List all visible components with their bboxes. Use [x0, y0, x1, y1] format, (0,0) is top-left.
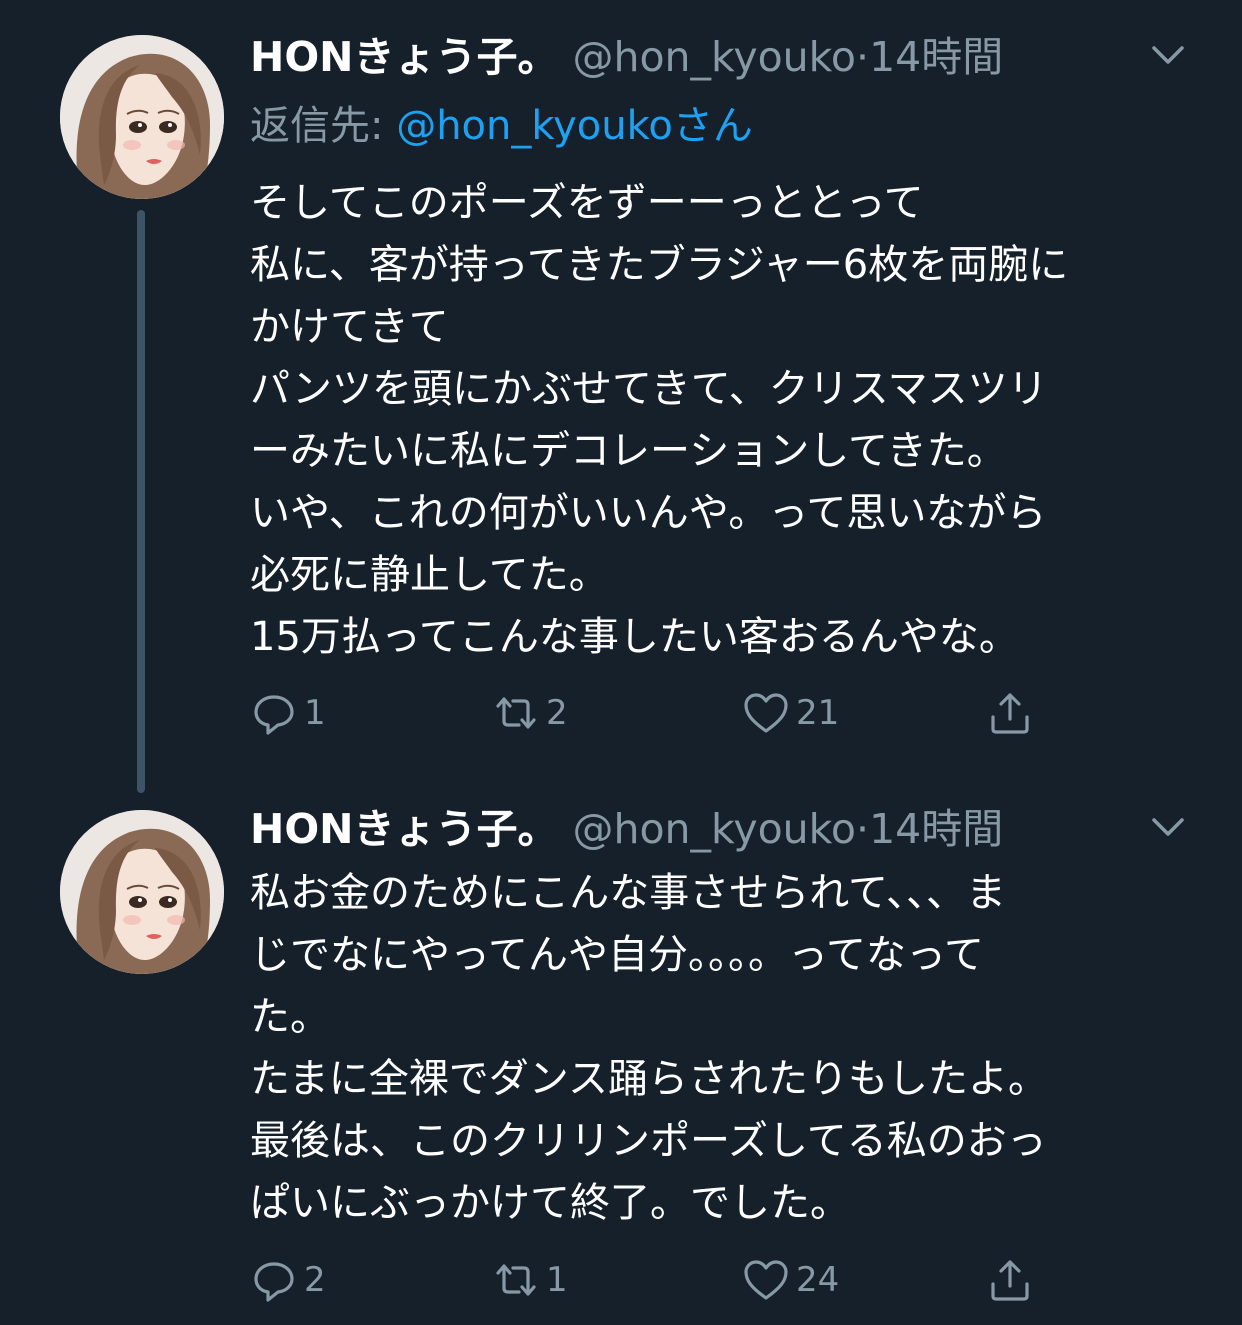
share-button[interactable]: [986, 685, 1034, 741]
avatar[interactable]: [60, 35, 224, 199]
tweet-text-line: じでなにやってんや自分。。。。ってなって: [250, 932, 984, 978]
display-name[interactable]: HONきょう子。: [250, 33, 558, 81]
tweet[interactable]: HONきょう子。 @hon_kyouko·14時間 返信先: @hon_kyouk…: [0, 0, 1242, 800]
reply-icon: [254, 695, 294, 735]
retweet-icon: [496, 697, 536, 729]
timestamp[interactable]: 14時間: [869, 33, 1003, 81]
tweet-text-line: 私お金のためにこんな事させられて、、、ま: [250, 870, 1006, 916]
share-button[interactable]: [986, 1252, 1034, 1308]
tweet-text-line: 必死に静止してた。: [250, 552, 609, 598]
tweet-header: HONきょう子。 @hon_kyouko·14時間: [250, 804, 1003, 854]
like-count: 24: [796, 1260, 840, 1300]
reply-count: 2: [304, 1260, 326, 1300]
retweet-count: 1: [546, 1260, 568, 1300]
tweet-text-line: パンツを頭にかぶせてきて、クリスマスツリ: [250, 366, 1048, 412]
retweet-button[interactable]: 1: [492, 1252, 568, 1308]
tweet-actions: 2 1 24: [250, 1252, 1050, 1308]
reply-to-link[interactable]: @hon_kyoukoさん: [396, 103, 753, 149]
handle[interactable]: @hon_kyouko: [572, 805, 856, 853]
thread-connector-line: [137, 210, 145, 793]
chevron-down-icon[interactable]: [1150, 815, 1186, 839]
like-button[interactable]: 24: [742, 1252, 839, 1308]
reply-button[interactable]: 2: [250, 1252, 326, 1308]
tweet-body: 私お金のためにこんな事させられて、、、ま じでなにやってんや自分。。。。ってなっ…: [250, 862, 1210, 1234]
retweet-icon: [496, 1264, 536, 1296]
reply-to-line: 返信先: @hon_kyoukoさん: [250, 100, 753, 152]
separator-dot: ·: [856, 33, 870, 81]
tweet-text-line: 最後は、このクリリンポーズしてる私のおっ: [250, 1118, 1047, 1164]
like-icon: [744, 1260, 788, 1300]
like-count: 21: [796, 693, 840, 733]
tweet-text-line: 15万払ってこんな事したい客おるんやな。: [250, 614, 1019, 660]
tweet-text-line: かけてきて: [250, 304, 449, 350]
tweet-text-line: 私に、客が持ってきたブラジャー6枚を両腕に: [250, 242, 1069, 288]
tweet-text-line: た。: [250, 994, 330, 1040]
share-icon: [991, 1260, 1029, 1301]
reply-count: 1: [304, 693, 326, 733]
retweet-count: 2: [546, 693, 568, 733]
retweet-button[interactable]: 2: [492, 685, 568, 741]
reply-button[interactable]: 1: [250, 685, 326, 741]
display-name[interactable]: HONきょう子。: [250, 805, 558, 853]
like-button[interactable]: 21: [742, 685, 839, 741]
share-icon: [991, 693, 1029, 734]
reply-prefix: 返信先:: [250, 103, 397, 149]
chevron-down-icon[interactable]: [1150, 43, 1186, 67]
tweet-body: そしてこのポーズをずーーっととって 私に、客が持ってきたブラジャー6枚を両腕に …: [250, 172, 1210, 668]
avatar[interactable]: [60, 810, 224, 974]
tweet[interactable]: HONきょう子。 @hon_kyouko·14時間 私お金のためにこんな事させられ…: [0, 800, 1242, 1325]
tweet-text-line: ーみたいに私にデコレーションしてきた。: [250, 428, 1007, 474]
tweet-text-line: ぱいにぶっかけて終了。でした。: [250, 1180, 850, 1226]
handle[interactable]: @hon_kyouko: [572, 33, 856, 81]
tweet-text-line: そしてこのポーズをずーーっととって: [250, 180, 924, 226]
timestamp[interactable]: 14時間: [869, 805, 1003, 853]
tweet-header: HONきょう子。 @hon_kyouko·14時間: [250, 32, 1003, 82]
reply-icon: [254, 1262, 294, 1302]
like-icon: [744, 693, 788, 733]
tweet-text-line: たまに全裸でダンス踊らされたりもしたよ。: [250, 1056, 1048, 1102]
avatar-image: [60, 810, 224, 974]
avatar-image: [60, 35, 224, 199]
tweet-actions: 1 2 21: [250, 685, 1050, 741]
tweet-text-line: いや、これの何がいいんや。って思いながら: [250, 490, 1047, 536]
separator-dot: ·: [856, 805, 870, 853]
